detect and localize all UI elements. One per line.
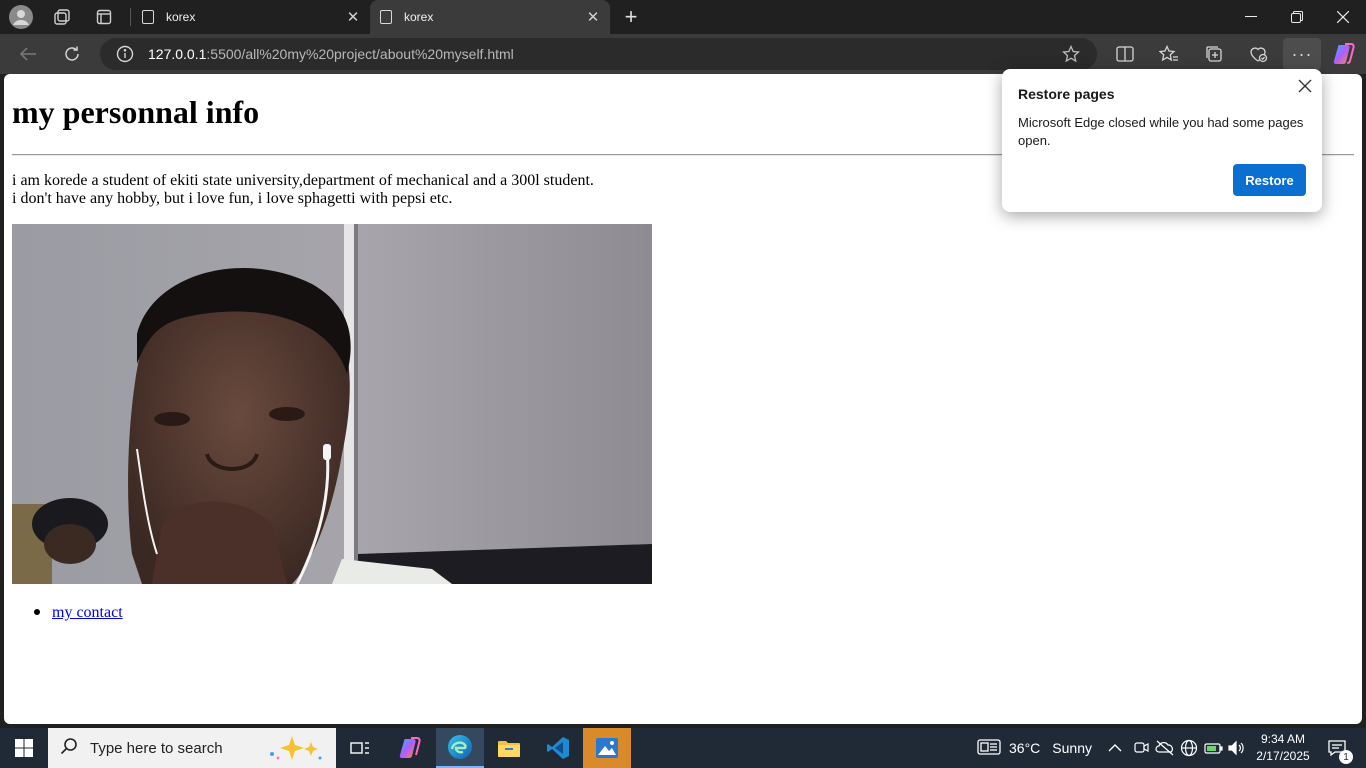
page-icon: [142, 10, 154, 24]
contact-list: my contact: [34, 604, 123, 622]
collections-icon[interactable]: [1200, 40, 1228, 68]
profile-photo: [12, 224, 652, 584]
windows-taskbar: Type here to search 36°C Sunny 9:34 AM 2…: [0, 728, 1366, 768]
profile-avatar-icon[interactable]: [9, 5, 33, 29]
close-icon[interactable]: [1294, 77, 1316, 99]
photos-app-icon[interactable]: [583, 728, 631, 768]
tab-title: korex: [166, 10, 196, 24]
refresh-icon[interactable]: [58, 40, 86, 68]
weather-icon: [977, 738, 1001, 759]
vscode-icon[interactable]: [534, 728, 582, 768]
title-bar: korex ✕ korex ✕ +: [0, 0, 1366, 34]
restore-button[interactable]: Restore: [1233, 164, 1306, 196]
workspaces-icon[interactable]: [50, 5, 74, 29]
search-icon: [60, 737, 78, 760]
tab-close-icon[interactable]: ✕: [582, 8, 604, 26]
edge-taskbar-icon[interactable]: [436, 728, 484, 768]
windows-start-icon[interactable]: [0, 728, 48, 768]
close-window-icon[interactable]: [1320, 0, 1366, 34]
notification-center-icon[interactable]: 1: [1322, 728, 1353, 768]
taskbar-search-box[interactable]: Type here to search: [48, 728, 336, 768]
copilot-icon[interactable]: [1330, 40, 1358, 68]
restore-pages-popup: Restore pages Microsoft Edge closed whil…: [1002, 69, 1322, 212]
weather-widget[interactable]: 36°C Sunny: [977, 728, 1092, 768]
bio-line-1: i am korede a student of ekiti state uni…: [12, 172, 594, 189]
browser-toolbar: 127.0.0.1:5500/all%20my%20project/about%…: [0, 34, 1366, 74]
language-globe-icon[interactable]: [1180, 728, 1198, 768]
page-heading: my personnal info: [12, 94, 260, 130]
meet-now-icon[interactable]: [1133, 728, 1149, 768]
search-placeholder: Type here to search: [90, 739, 223, 757]
page-icon: [380, 10, 392, 24]
restore-window-icon[interactable]: [1274, 0, 1320, 34]
url-path: :5500/all%20my%20project/about%20myself.…: [206, 46, 514, 62]
new-tab-button[interactable]: +: [619, 4, 643, 29]
bio-line-2: i don't have any hobby, but i love fun, …: [12, 190, 453, 207]
show-hidden-icons-chevron-icon[interactable]: [1108, 728, 1122, 768]
back-icon[interactable]: [14, 40, 42, 68]
volume-icon[interactable]: [1227, 728, 1245, 768]
site-info-icon[interactable]: [116, 45, 134, 68]
task-view-icon[interactable]: [336, 728, 384, 768]
tab-korex-1[interactable]: korex ✕: [132, 0, 370, 34]
clock-time: 9:34 AM: [1260, 732, 1306, 746]
taskbar-clock[interactable]: 9:34 AM 2/17/2025: [1248, 731, 1318, 765]
tab-divider: [130, 8, 131, 26]
url-host: 127.0.0.1: [148, 46, 207, 62]
tab-title: korex: [404, 10, 434, 24]
notification-badge: 1: [1339, 750, 1353, 764]
battery-icon[interactable]: [1204, 728, 1224, 768]
my-contact-link[interactable]: my contact: [52, 604, 123, 621]
restore-pages-message: Microsoft Edge closed while you had some…: [1018, 115, 1304, 148]
tab-korex-2[interactable]: korex ✕: [370, 0, 610, 34]
split-screen-icon[interactable]: [1111, 40, 1139, 68]
onedrive-offline-icon[interactable]: [1155, 728, 1175, 768]
file-explorer-icon[interactable]: [485, 728, 533, 768]
favorites-icon[interactable]: [1155, 40, 1183, 68]
weather-temperature: 36°C: [1009, 740, 1041, 756]
tab-actions-icon[interactable]: [92, 5, 116, 29]
address-bar[interactable]: 127.0.0.1:5500/all%20my%20project/about%…: [100, 38, 1097, 70]
weather-condition: Sunny: [1052, 740, 1092, 756]
browser-essentials-icon[interactable]: [1244, 40, 1272, 68]
list-bullet: [34, 609, 40, 615]
settings-more-icon[interactable]: ···: [1283, 38, 1321, 70]
minimize-icon[interactable]: [1228, 0, 1274, 34]
clock-date: 2/17/2025: [1256, 749, 1310, 763]
copilot-taskbar-icon[interactable]: [386, 728, 434, 768]
restore-pages-title: Restore pages: [1018, 86, 1115, 102]
url-text[interactable]: 127.0.0.1:5500/all%20my%20project/about%…: [148, 46, 514, 62]
search-highlights-icon: [266, 734, 326, 767]
tab-close-icon[interactable]: ✕: [342, 8, 364, 26]
favorite-star-icon[interactable]: [1061, 44, 1081, 68]
